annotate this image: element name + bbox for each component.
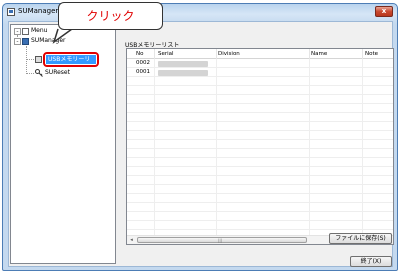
column-header-name[interactable]: Name bbox=[311, 50, 327, 58]
scroll-left-icon[interactable]: ◂ bbox=[127, 236, 136, 244]
column-header-note[interactable]: Note bbox=[365, 50, 378, 58]
scroll-grip: ||| bbox=[218, 238, 223, 243]
column-header-no[interactable]: No bbox=[136, 50, 143, 58]
serial-redacted bbox=[158, 61, 208, 67]
table-row[interactable]: 0001 bbox=[127, 68, 393, 77]
table-header: No Serial Division Name Note bbox=[127, 49, 393, 59]
serial-redacted bbox=[158, 70, 208, 76]
exit-button[interactable]: 終了(X) bbox=[350, 256, 392, 267]
column-header-serial[interactable]: Serial bbox=[158, 50, 174, 58]
scroll-thumb[interactable]: ||| bbox=[137, 237, 307, 243]
tree-item-sureset[interactable]: SUReset bbox=[45, 69, 70, 77]
save-to-file-button[interactable]: ファイルに保存(S) bbox=[329, 233, 392, 244]
computer-icon bbox=[22, 38, 29, 45]
app-icon bbox=[7, 8, 15, 16]
menu-tree[interactable]: - Menu - SUManager USBメモリーリスト SUReset bbox=[10, 24, 116, 264]
callout-tail bbox=[52, 28, 73, 44]
key-icon bbox=[35, 69, 43, 77]
window-title: SUManager bbox=[18, 7, 59, 15]
menu-icon bbox=[22, 28, 29, 35]
usb-memory-table[interactable]: No Serial Division Name Note 0002 0001 ◂… bbox=[126, 48, 394, 245]
client-area: - Menu - SUManager USBメモリーリスト SUReset US… bbox=[8, 21, 394, 267]
table-row[interactable]: 0002 bbox=[127, 59, 393, 68]
tree-root-label[interactable]: Menu bbox=[31, 27, 47, 35]
usb-memory-icon bbox=[35, 56, 42, 63]
root-expander[interactable]: - bbox=[14, 28, 21, 35]
sumanager-expander[interactable]: - bbox=[14, 38, 21, 45]
cell-no: 0001 bbox=[136, 69, 150, 75]
close-button[interactable]: x bbox=[375, 6, 393, 17]
column-header-division[interactable]: Division bbox=[218, 50, 240, 58]
highlight-ring bbox=[43, 52, 99, 67]
cell-no: 0002 bbox=[136, 60, 150, 66]
click-callout: クリック bbox=[58, 2, 163, 30]
